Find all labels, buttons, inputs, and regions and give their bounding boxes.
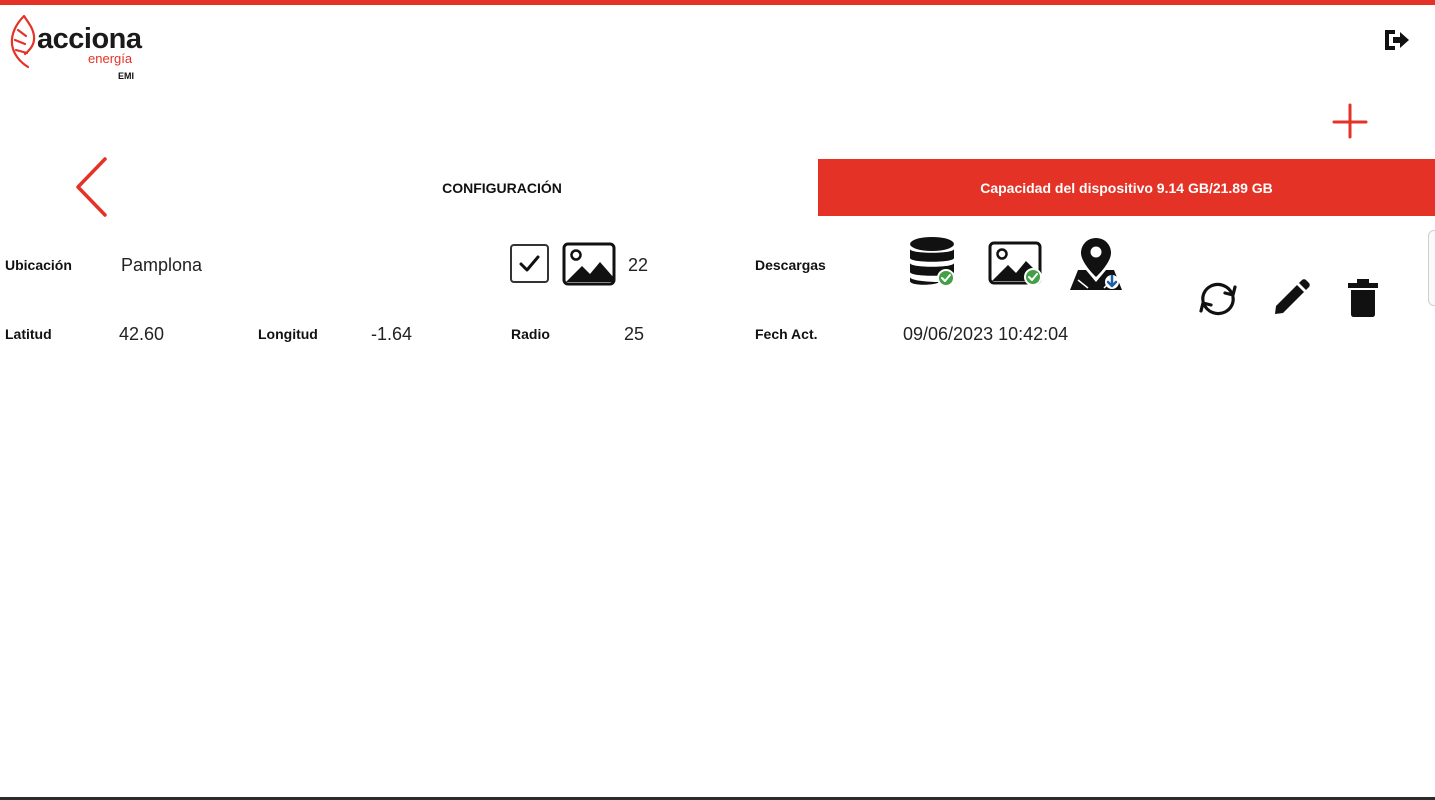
tab-configuracion[interactable]: CONFIGURACIÓN	[186, 160, 818, 216]
app-name: EMI	[118, 71, 135, 81]
descargas-label: Descargas	[755, 257, 826, 273]
ubicacion-label: Ubicación	[5, 257, 72, 273]
edit-button[interactable]	[1271, 278, 1311, 323]
sync-button[interactable]	[1196, 277, 1240, 326]
latitud-label: Latitud	[5, 326, 52, 342]
acciona-logo: acciona energía EMI	[8, 14, 148, 86]
checkbox-checked-icon	[510, 244, 549, 283]
delete-button[interactable]	[1346, 278, 1380, 323]
radio-value: 25	[624, 324, 645, 344]
image-icon	[562, 242, 616, 291]
longitud-label: Longitud	[258, 326, 318, 342]
sync-icon	[1199, 282, 1237, 316]
logout-button[interactable]	[1382, 27, 1412, 53]
latitud-value: 42.60	[119, 324, 165, 344]
fecha-value: 09/06/2023 10:42:04	[903, 324, 1069, 344]
top-accent-bar	[0, 0, 1435, 5]
image-check-icon	[988, 241, 1044, 292]
brand-name: acciona	[37, 23, 142, 55]
add-button[interactable]	[1330, 101, 1370, 141]
fecha-label: Fech Act.	[755, 326, 818, 342]
logout-icon	[1385, 30, 1409, 50]
brand-subtitle: energía	[88, 51, 133, 66]
trash-icon	[1348, 279, 1378, 317]
plus-icon	[1332, 103, 1368, 139]
select-checkbox[interactable]	[510, 244, 549, 288]
database-check-icon	[908, 236, 958, 293]
map-pin-download-icon	[1068, 236, 1126, 297]
chevron-left-icon	[76, 157, 107, 217]
longitud-value: -1.64	[371, 324, 413, 344]
side-scroll-handle[interactable]	[1428, 230, 1435, 306]
tab-device-capacity[interactable]: Capacidad del dispositivo 9.14 GB/21.89 …	[818, 159, 1435, 216]
leaf-logo-icon	[10, 14, 36, 69]
radio-label: Radio	[511, 326, 550, 342]
back-button[interactable]	[70, 154, 112, 220]
pencil-icon	[1275, 279, 1310, 314]
image-count: 22	[628, 255, 649, 275]
ubicacion-value: Pamplona	[121, 255, 203, 275]
